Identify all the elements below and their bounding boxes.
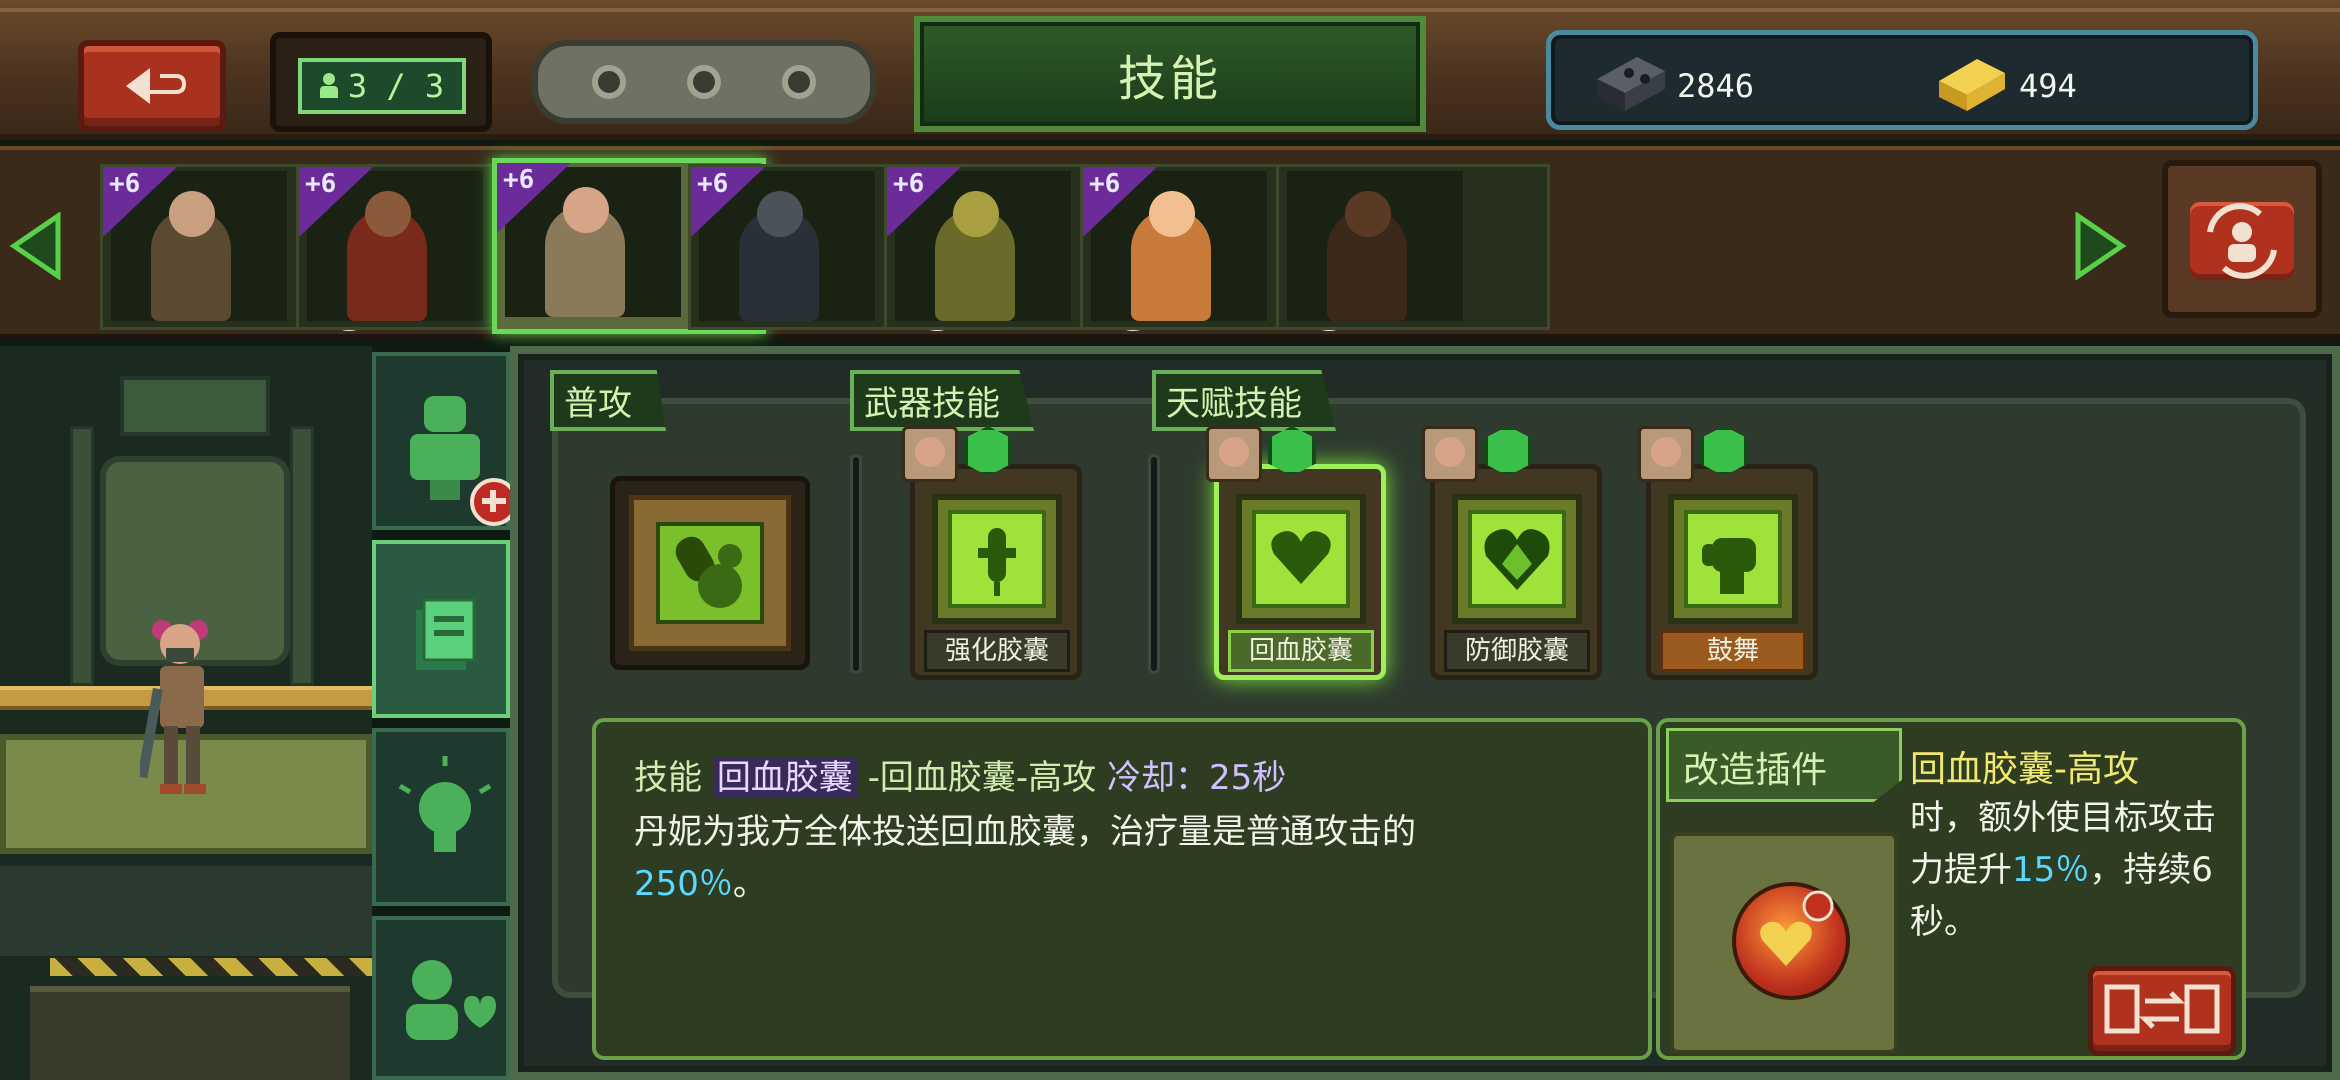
section-label-basic-attack: 普攻 — [550, 370, 666, 431]
skill-description-box: 技能 回血胶囊 -回血胶囊-高攻 冷却：25秒 丹妮为我方全体投送回血胶囊，治疗… — [592, 718, 1652, 1060]
scene-hazard-stripes — [50, 958, 372, 976]
tab-equipment[interactable] — [372, 352, 518, 530]
skill-name: 鼓舞 — [1660, 630, 1806, 672]
bullet-icon — [656, 522, 764, 624]
plugin-label-tab: 改造插件 — [1666, 728, 1902, 802]
desc-text-b: 。 — [732, 864, 767, 904]
skill-title: 回血胶囊 — [712, 758, 857, 798]
plugin-description: 时，额外使目标攻击力提升15％，持续6秒。 — [1910, 792, 2230, 948]
slot-socket-icon — [781, 65, 816, 99]
equipment-slots[interactable] — [532, 40, 876, 124]
top-bar: 3 / 3 技能 2846 494 — [0, 0, 2340, 140]
page-title-panel: 技能 — [914, 16, 1426, 132]
scene-vent — [120, 376, 270, 436]
parts-amount: 2846 — [1677, 67, 1755, 105]
heal-plugin-icon — [1732, 882, 1850, 1000]
character-scene — [0, 346, 372, 1080]
tab-talents[interactable] — [372, 728, 510, 906]
page-title: 技能 — [1117, 51, 1222, 107]
gold-currency-icon — [1939, 59, 2005, 111]
skill-description-text: 丹妮为我方全体投送回血胶囊，治疗量是普通攻击的 250％。 — [634, 806, 1454, 910]
character-card[interactable] — [1276, 164, 1550, 330]
slot-socket-icon — [592, 65, 627, 99]
level-text: +6 — [1089, 169, 1121, 199]
plugin-box: 改造插件 回血胶囊-高攻 时，额外使目标攻击力提升15％，持续6秒。 — [1656, 718, 2246, 1060]
section-divider — [850, 454, 862, 674]
person-icon — [319, 73, 338, 99]
skill-name: 回血胶囊 — [1228, 630, 1374, 672]
back-arrow-icon — [126, 68, 186, 104]
hero-character-sprite — [140, 620, 208, 794]
skill-prefix: 技能 — [634, 758, 702, 798]
skill-card-weapon[interactable]: 强化胶囊 — [898, 422, 1094, 684]
skills-panel: 普攻 武器技能 天赋技能 强化胶囊 回血胶囊 防御胶囊 鼓舞 技能 回血胶囊 -… — [510, 346, 2340, 1080]
switch-character-button[interactable] — [2162, 160, 2322, 318]
basic-attack-card[interactable] — [610, 476, 810, 670]
plugin-title: 回血胶囊-高攻 — [1910, 749, 2139, 790]
skill-variant: -回血胶囊-高攻 — [867, 758, 1097, 798]
currency-panel: 2846 494 — [1546, 30, 2258, 130]
plugin-label: 改造插件 — [1683, 750, 1828, 791]
swap-plugin-button[interactable] — [2088, 966, 2236, 1056]
section-divider — [1148, 454, 1160, 674]
character-mini-avatar — [1422, 426, 1478, 482]
syringe-capsule-icon — [948, 510, 1046, 608]
switch-character-icon — [2190, 202, 2294, 280]
level-text: +6 — [305, 169, 337, 199]
level-text: +6 — [893, 169, 925, 199]
plugin-value: 15％ — [2012, 850, 2090, 890]
skill-card-talent-inspire[interactable]: 鼓舞 — [1634, 422, 1830, 684]
swap-plugin-icon — [2104, 984, 2220, 1034]
desc-text-a: 丹妮为我方全体投送回血胶囊，治疗量是普通攻击的 — [634, 812, 1416, 852]
skill-card-talent-heal[interactable]: 回血胶囊 — [1202, 422, 1398, 684]
affinity-icon — [406, 960, 496, 1040]
lightbulb-icon — [398, 756, 492, 852]
level-text: +6 — [109, 169, 141, 199]
skill-header-line: 技能 回血胶囊 -回血胶囊-高攻 冷却：25秒 — [634, 750, 1286, 799]
fist-icon — [1684, 510, 1782, 608]
back-button[interactable] — [78, 40, 226, 132]
character-mini-avatar — [1638, 426, 1694, 482]
scene-pipe — [290, 426, 314, 686]
heart-capsule-icon — [1252, 510, 1350, 608]
gold-amount: 494 — [2019, 67, 2077, 105]
tab-skills[interactable] — [372, 540, 510, 718]
parts-currency-icon — [1597, 57, 1665, 111]
scroll-left-arrow-icon[interactable] — [8, 212, 62, 280]
skill-card-talent-defense[interactable]: 防御胶囊 — [1418, 422, 1614, 684]
team-count-display: 3 / 3 — [298, 58, 466, 114]
character-portrait — [1287, 171, 1463, 321]
desc-value: 250％ — [634, 864, 733, 904]
level-text: +6 — [697, 169, 729, 199]
tab-affinity[interactable] — [372, 916, 510, 1080]
skill-name: 防御胶囊 — [1444, 630, 1590, 672]
slot-socket-icon — [686, 65, 721, 99]
character-roster: +6 +6 +6 +6 +6 +6 — [0, 146, 2340, 340]
team-count-text: 3 / 3 — [347, 67, 445, 105]
level-text: +6 — [503, 165, 535, 195]
character-mini-avatar — [902, 426, 958, 482]
skill-cooldown: 冷却：25秒 — [1106, 758, 1287, 798]
shield-heart-icon — [1468, 510, 1566, 608]
scene-floor — [30, 986, 350, 1080]
plugin-slot[interactable] — [1670, 832, 1898, 1054]
skill-name: 强化胶囊 — [924, 630, 1070, 672]
skill-cards-icon — [416, 598, 476, 670]
scene-machinery — [0, 866, 372, 956]
scene-pipe — [70, 426, 94, 686]
scroll-right-arrow-icon[interactable] — [2074, 212, 2128, 280]
character-mini-avatar — [1206, 426, 1262, 482]
team-size-panel: 3 / 3 — [270, 32, 492, 132]
